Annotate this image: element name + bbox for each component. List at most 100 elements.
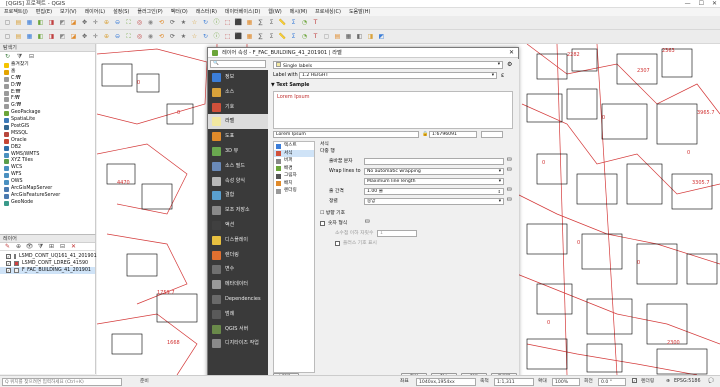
sample-text-input[interactable]: Lorem Ipsum	[273, 131, 419, 138]
spinner-icon[interactable]: ⇕	[498, 189, 501, 194]
layer-row[interactable]: ✓ F_FAC_BUILDING_41_201901	[0, 267, 95, 274]
save-project-icon[interactable]: ▦	[25, 18, 34, 27]
show-bookmarks-icon[interactable]: ☆	[190, 18, 199, 27]
nav-item[interactable]: 범례	[208, 307, 268, 322]
nav-item[interactable]: QGIS 서버	[208, 322, 268, 337]
collapse-all-icon[interactable]: ⊟	[58, 242, 67, 251]
zoom-out-icon[interactable]: ⊖	[113, 18, 122, 27]
decimal-places-spinbox[interactable]: 1	[377, 230, 417, 237]
crs-value[interactable]: EPSG:5186	[674, 376, 701, 387]
zoom-last-icon[interactable]: ⟲	[157, 18, 166, 27]
add-group-icon[interactable]: ⊕	[14, 242, 23, 251]
magnifier-value[interactable]: 100%	[552, 378, 580, 386]
identify-icon[interactable]: ⓘ	[212, 18, 221, 27]
measure-icon[interactable]: 📏	[278, 18, 287, 27]
menu-item[interactable]: 데이터베이스(D)	[225, 8, 260, 16]
browser-item[interactable]: C:₩	[0, 76, 96, 83]
format-subtab[interactable]: 그림자	[274, 172, 314, 180]
nav-item[interactable]: 도표	[208, 129, 268, 144]
refresh-icon[interactable]: ↻	[3, 52, 12, 61]
menu-item[interactable]: 보기(V)	[60, 8, 77, 16]
add-spatialite-icon[interactable]: ✛	[91, 32, 100, 41]
move-label-icon[interactable]: ◧	[355, 32, 364, 41]
browser-item[interactable]: MSSQL	[0, 131, 96, 138]
zoom-layer-icon[interactable]: ◉	[146, 18, 155, 27]
nav-item[interactable]: 라벨	[208, 114, 268, 130]
pan-to-selection-icon[interactable]: ✛	[91, 18, 100, 27]
nav-item[interactable]: 디지타이즈 작업	[208, 336, 268, 351]
sum-icon[interactable]: Σ	[289, 18, 298, 27]
layer-visibility-checkbox[interactable]: ✓	[6, 254, 11, 259]
new-bookmark-icon[interactable]: ★	[179, 18, 188, 27]
add-wfs-icon[interactable]: ⟳	[168, 32, 177, 41]
new-temp-layer-icon[interactable]: ◧	[36, 32, 45, 41]
label-with-field[interactable]: 1.2 HEIGHT ▾	[299, 72, 497, 79]
add-arcgis-icon[interactable]: ★	[179, 32, 188, 41]
nav-item[interactable]: 기호	[208, 100, 268, 115]
undo-icon[interactable]: ◔	[300, 32, 309, 41]
menu-item[interactable]: 설정(S)	[113, 8, 129, 16]
browser-item[interactable]: 홈	[0, 69, 96, 76]
nav-item[interactable]: 정보	[208, 70, 268, 85]
menu-item[interactable]: 벡터(O)	[171, 8, 188, 16]
numeric-format-check[interactable]	[320, 221, 325, 226]
nav-item[interactable]: 소스	[208, 85, 268, 100]
menu-item[interactable]: 플러그인(P)	[137, 8, 162, 16]
current-edits-icon[interactable]: ☆	[190, 32, 199, 41]
line-height-spinbox[interactable]: 1.00 줄 ⇕	[364, 188, 504, 195]
nav-item[interactable]: Dependencies	[208, 292, 268, 307]
menu-item[interactable]: 메시(M)	[290, 8, 307, 16]
data-defined-override-icon[interactable]: ⛁	[507, 167, 512, 173]
filter-icon[interactable]: ⧩	[15, 52, 24, 61]
add-csv-icon[interactable]: ✥	[80, 32, 89, 41]
digitize-icon[interactable]: ⬚	[223, 32, 232, 41]
nav-item[interactable]: 렌더링	[208, 248, 268, 263]
add-wms-icon[interactable]: ◉	[146, 32, 155, 41]
refresh-icon[interactable]: ↻	[201, 18, 210, 27]
wrap-lines-select[interactable]: No automatic wrapping ▾	[364, 168, 504, 175]
attribute-table-icon[interactable]: ▦	[245, 18, 254, 27]
rotation-value[interactable]: 0.0 °	[598, 378, 626, 386]
browser-item[interactable]: ArcGisMapServer	[0, 186, 96, 193]
pin-labels-icon[interactable]: ▤	[333, 32, 342, 41]
copy-icon[interactable]: 📏	[278, 32, 287, 41]
new-geopackage-icon[interactable]: ▤	[14, 32, 23, 41]
format-subtab[interactable]: 버퍼	[274, 157, 314, 165]
format-subtab[interactable]: 서식	[274, 149, 314, 157]
cut-icon[interactable]: Σ	[267, 32, 276, 41]
browser-item[interactable]: PostGIS	[0, 124, 96, 131]
statistics-icon[interactable]: Σ	[267, 18, 276, 27]
browser-item[interactable]: GeoNode	[0, 200, 96, 207]
field-calculator-icon[interactable]: ∑	[256, 18, 265, 27]
locator-search-input[interactable]: Q 위치를 찾으려면 입력하세요 (Ctrl+K)	[2, 378, 122, 386]
dialog-close-icon[interactable]: ✕	[509, 48, 514, 58]
show-labels-icon[interactable]: ▦	[344, 32, 353, 41]
add-mssql-icon[interactable]: ⊖	[113, 32, 122, 41]
render-checkbox[interactable]: ✓	[632, 376, 637, 387]
nav-item[interactable]: 소스 필드	[208, 159, 268, 174]
zoom-full-icon[interactable]: ⛶	[124, 18, 133, 27]
data-defined-override-icon[interactable]: ⛁	[507, 187, 512, 193]
menu-item[interactable]: 프로젝트(J)	[4, 8, 28, 16]
menu-item[interactable]: 도움말(H)	[349, 8, 370, 16]
add-raster-icon[interactable]: ◩	[58, 32, 67, 41]
data-source-manager-icon[interactable]: ▢	[3, 32, 12, 41]
deselect-icon[interactable]: ⬛	[234, 18, 243, 27]
menu-item[interactable]: 레이어(L)	[85, 8, 106, 16]
nav-item[interactable]: 보조 저장소	[208, 203, 268, 218]
layer-visibility-checkbox[interactable]: ✓	[6, 268, 11, 273]
layout-manager-icon[interactable]: ◩	[58, 18, 67, 27]
pan-icon[interactable]: ✥	[80, 18, 89, 27]
align-select[interactable]: 중앙 ▾	[364, 198, 504, 205]
layer-row[interactable]: ✓ LSMD_CONT_UQ161_41_201901	[0, 253, 97, 260]
direction-symbol-checkbox[interactable]: ☐ 방향 기호	[320, 210, 345, 217]
browser-item[interactable]: SpatiaLite	[0, 117, 96, 124]
style-options-icon[interactable]: ⚙	[507, 61, 515, 69]
sample-scale-input[interactable]: 1:6796091	[429, 131, 477, 138]
plus-sign-checkbox[interactable]	[335, 241, 340, 248]
expand-all-icon[interactable]: ⊞	[47, 242, 56, 251]
add-mesh-icon[interactable]: ◪	[69, 32, 78, 41]
filter-legend-icon[interactable]: ⧩	[36, 242, 45, 251]
messages-icon[interactable]: 💬	[708, 376, 714, 387]
numeric-format-checkbox[interactable]	[320, 221, 325, 228]
